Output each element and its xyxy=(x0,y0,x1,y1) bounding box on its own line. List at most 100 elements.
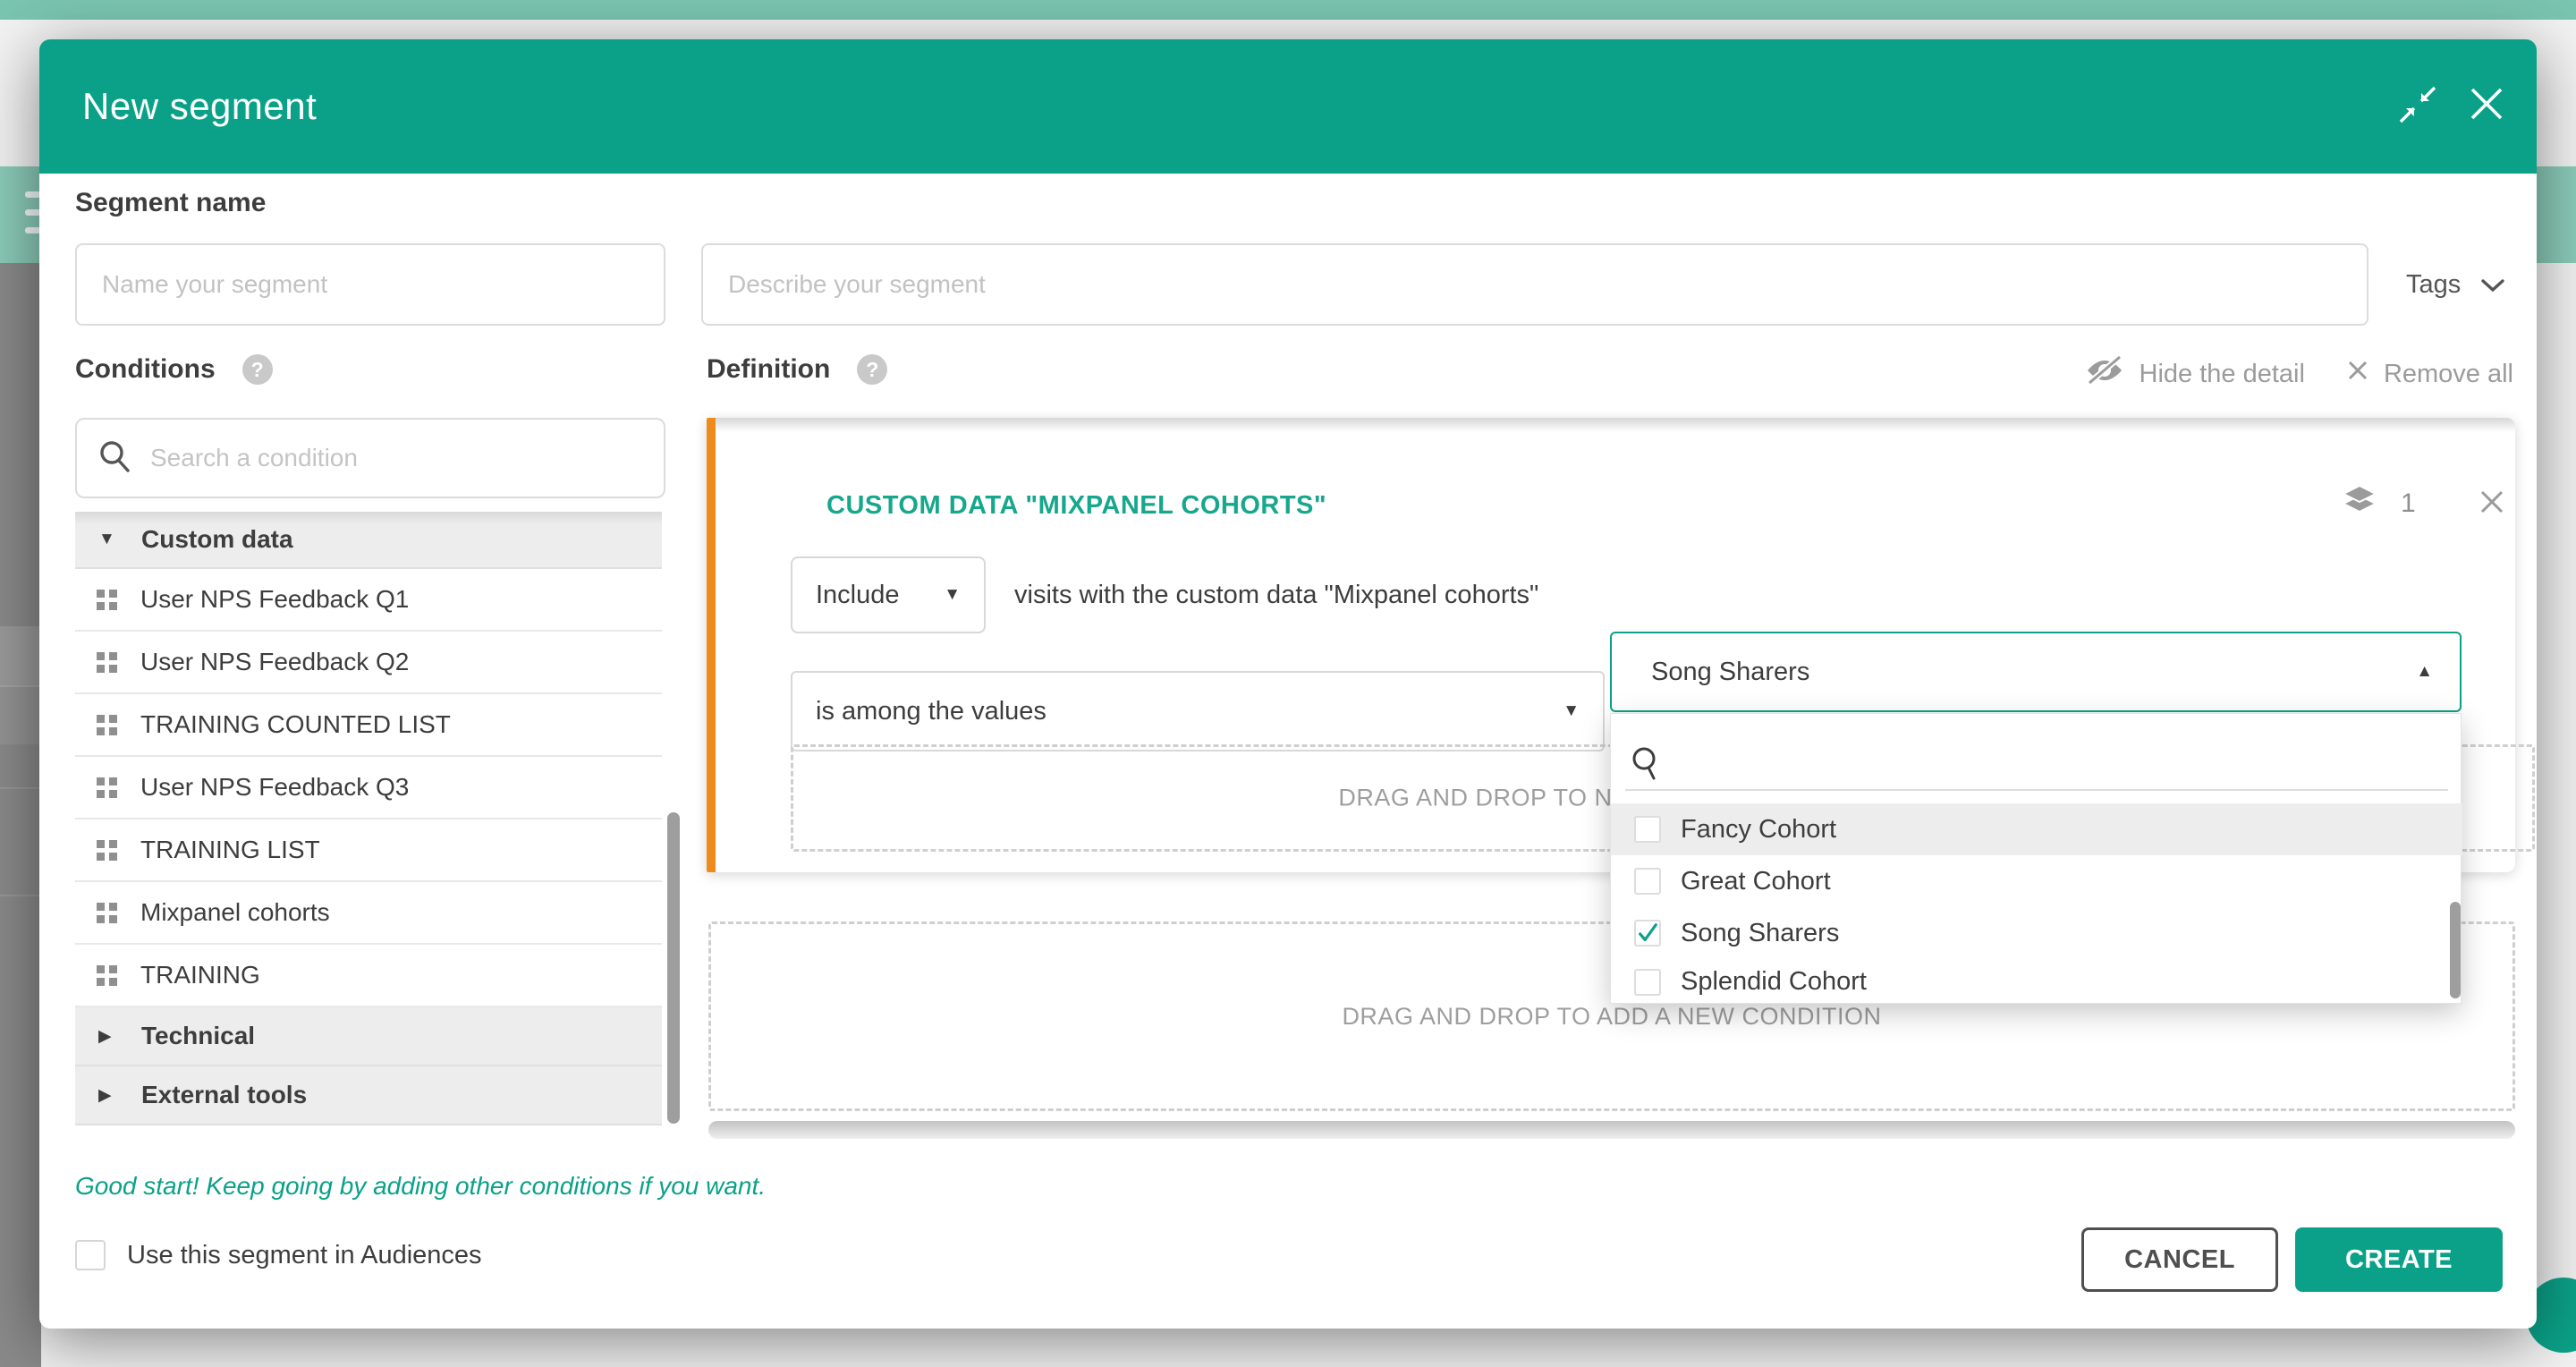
condition-item-label: Mixpanel cohorts xyxy=(140,898,330,927)
caret-down-icon: ▼ xyxy=(1563,701,1580,721)
eye-slash-icon xyxy=(2084,354,2125,394)
x-icon xyxy=(2346,359,2369,389)
condition-card-title: CUSTOM DATA "MIXPANEL COHORTS" xyxy=(826,491,1326,521)
segment-description-input[interactable] xyxy=(701,243,2368,326)
include-dropdown[interactable]: Include ▼ xyxy=(791,556,986,633)
layer-count: 1 xyxy=(2401,488,2416,519)
conditions-list: ▼ Custom data User NPS Feedback Q1 User … xyxy=(75,512,662,1125)
checkbox-unchecked[interactable] xyxy=(1634,868,1661,895)
check-icon xyxy=(1636,921,1659,946)
dropdown-option[interactable]: Song Sharers xyxy=(1611,907,2462,959)
close-icon[interactable] xyxy=(2465,82,2508,130)
dropdown-option[interactable]: Fancy Cohort xyxy=(1611,803,2462,855)
new-segment-modal: New segment Segment name Tags xyxy=(39,39,2537,1329)
help-icon[interactable]: ? xyxy=(242,354,273,385)
audiences-label: Use this segment in Audiences xyxy=(127,1241,482,1270)
search-icon xyxy=(97,438,132,479)
hide-detail-label: Hide the detail xyxy=(2140,360,2305,389)
definition-hscrollbar[interactable] xyxy=(708,1121,2515,1139)
tags-dropdown[interactable]: Tags xyxy=(2406,243,2505,326)
card-top-shadow xyxy=(716,418,2515,432)
hide-detail-button[interactable]: Hide the detail xyxy=(2084,354,2305,394)
modal-header: New segment xyxy=(39,39,2537,174)
tags-label: Tags xyxy=(2406,270,2461,300)
condition-item[interactable]: User NPS Feedback Q1 xyxy=(75,569,662,632)
group-technical[interactable]: ▶ Technical xyxy=(75,1007,662,1066)
group-custom-data[interactable]: ▼ Custom data xyxy=(75,512,662,569)
condition-sentence: visits with the custom data "Mixpanel co… xyxy=(1014,556,1538,633)
triangle-right-icon: ▶ xyxy=(98,1026,120,1047)
sidebar-divider xyxy=(0,895,41,896)
conditions-scrollbar[interactable] xyxy=(667,812,680,1124)
dropdown-option[interactable]: Splendid Cohort xyxy=(1611,959,2462,1005)
card-accent-bar xyxy=(707,418,716,872)
checkbox-unchecked[interactable] xyxy=(1634,969,1661,996)
triangle-right-icon: ▶ xyxy=(98,1085,120,1106)
conditions-heading: Conditions xyxy=(75,354,216,385)
operator-value: is among the values xyxy=(816,697,1046,726)
modal-title: New segment xyxy=(82,39,317,174)
option-label: Song Sharers xyxy=(1681,919,1839,948)
value-dropdown-panel: Fancy Cohort Great Cohort Song Sharers S… xyxy=(1610,713,2462,1004)
condition-item[interactable]: TRAINING LIST xyxy=(75,819,662,882)
condition-search xyxy=(75,418,665,498)
checkbox-checked[interactable] xyxy=(1634,920,1661,947)
cancel-button[interactable]: CANCEL xyxy=(2081,1227,2278,1292)
condition-item[interactable]: User NPS Feedback Q2 xyxy=(75,632,662,694)
value-selected: Song Sharers xyxy=(1651,658,1809,687)
triangle-down-icon: ▼ xyxy=(98,530,120,549)
search-underline xyxy=(1625,789,2448,791)
sidebar-row xyxy=(0,685,41,744)
sidebar-divider xyxy=(0,787,41,789)
dropdown-search[interactable] xyxy=(1611,714,2462,791)
app-sidebar-dimmed xyxy=(0,263,41,1367)
remove-all-label: Remove all xyxy=(2384,360,2513,389)
operator-dropdown[interactable]: is among the values ▼ xyxy=(791,671,1605,751)
drag-handle-icon xyxy=(97,965,117,986)
condition-item-label: TRAINING xyxy=(140,961,260,989)
checkbox-unchecked[interactable] xyxy=(1634,816,1661,843)
caret-down-icon: ▼ xyxy=(944,585,961,605)
help-icon[interactable]: ? xyxy=(857,354,887,385)
app-top-strip xyxy=(0,0,2576,20)
drag-handle-icon xyxy=(97,777,117,798)
segment-name-label: Segment name xyxy=(75,188,266,218)
condition-item-label: User NPS Feedback Q3 xyxy=(140,773,409,802)
chevron-down-icon xyxy=(2480,270,2505,300)
value-dropdown[interactable]: Song Sharers ▲ xyxy=(1610,632,2462,712)
create-button[interactable]: CREATE xyxy=(2295,1227,2503,1292)
dropdown-scrollbar[interactable] xyxy=(2450,902,2461,998)
dropdown-option[interactable]: Great Cohort xyxy=(1611,855,2462,907)
group-label: Technical xyxy=(141,1022,255,1050)
group-label: External tools xyxy=(141,1081,307,1109)
condition-item[interactable]: User NPS Feedback Q3 xyxy=(75,757,662,819)
group-external-tools[interactable]: ▶ External tools xyxy=(75,1066,662,1125)
segment-name-input[interactable] xyxy=(75,243,665,326)
drag-handle-icon xyxy=(97,903,117,923)
dropzone-hint: DRAG AND DROP TO ADD A NEW CONDITION xyxy=(1342,1003,1881,1031)
drag-handle-icon xyxy=(97,652,117,673)
remove-condition-icon[interactable] xyxy=(2478,488,2506,521)
drag-handle-icon xyxy=(97,715,117,735)
include-value: Include xyxy=(816,581,900,610)
layers-icon xyxy=(2342,484,2377,522)
condition-item[interactable]: Mixpanel cohorts xyxy=(75,882,662,945)
condition-item-label: TRAINING COUNTED LIST xyxy=(140,710,451,739)
search-icon xyxy=(1631,745,1663,785)
condition-item[interactable]: TRAINING xyxy=(75,945,662,1007)
option-label: Fancy Cohort xyxy=(1681,815,1836,845)
screen: New segment Segment name Tags xyxy=(0,0,2576,1367)
condition-item[interactable]: TRAINING COUNTED LIST xyxy=(75,694,662,757)
definition-heading: Definition xyxy=(707,354,830,385)
condition-search-input[interactable] xyxy=(150,444,644,472)
condition-item-label: User NPS Feedback Q2 xyxy=(140,648,409,676)
option-label: Great Cohort xyxy=(1681,867,1831,896)
condition-item-label: TRAINING LIST xyxy=(140,836,320,864)
option-label: Splendid Cohort xyxy=(1681,967,1867,997)
collapse-icon[interactable] xyxy=(2397,84,2438,130)
narrow-scope-hint: DRAG AND DROP TO NAR xyxy=(1338,785,1647,812)
remove-all-button[interactable]: Remove all xyxy=(2346,359,2513,389)
drag-handle-icon xyxy=(97,590,117,610)
audiences-checkbox[interactable] xyxy=(75,1240,106,1270)
drag-handle-icon xyxy=(97,840,117,861)
